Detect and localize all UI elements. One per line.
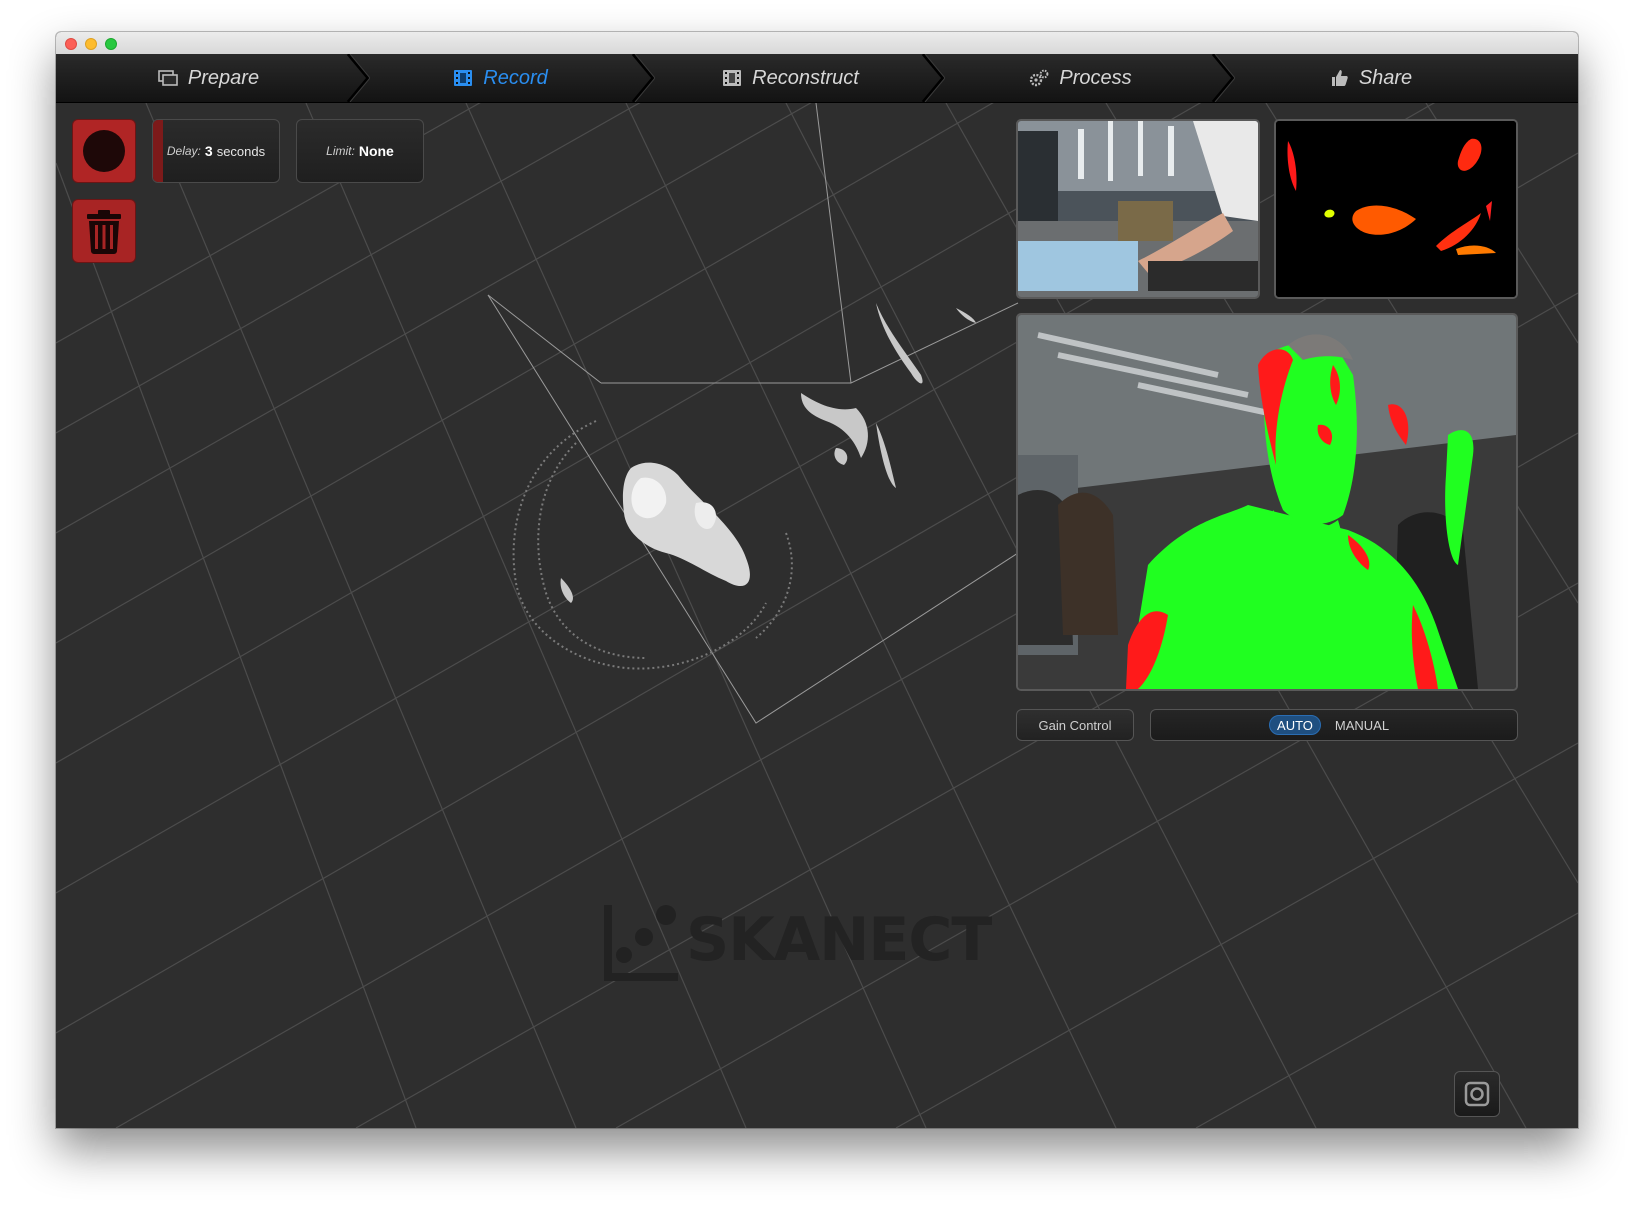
monitor-icon (158, 70, 178, 86)
tab-reconstruct[interactable]: Reconstruct (638, 54, 943, 102)
gain-manual-option[interactable]: MANUAL (1329, 715, 1395, 735)
delay-control[interactable]: Delay: 3 seconds (152, 119, 280, 183)
3d-viewport[interactable]: Delay: 3 seconds Limit: None Gain Contro… (56, 103, 1578, 1128)
tab-prepare-label: Prepare (187, 66, 260, 89)
limit-control[interactable]: Limit: None (296, 119, 424, 183)
delay-label: Delay: (166, 144, 201, 158)
film-icon (454, 70, 473, 86)
record-button[interactable] (72, 119, 136, 183)
tab-reconstruct-label: Reconstruct (752, 66, 859, 89)
skanect-logo-text: SKANECT (686, 905, 992, 975)
skanect-logo-mark (604, 905, 678, 981)
close-window-button[interactable] (65, 38, 77, 50)
limit-value: None (358, 143, 394, 159)
tab-prepare[interactable]: Prepare (56, 54, 361, 102)
limit-label: Limit: (326, 144, 355, 158)
gain-control-label: Gain Control (1038, 717, 1112, 733)
tab-process-label: Process (1059, 66, 1132, 89)
tab-share-label: Share (1358, 66, 1413, 89)
title-bar (56, 32, 1578, 55)
record-dot-icon (83, 130, 125, 172)
delete-recording-button[interactable] (72, 199, 136, 263)
zoom-window-button[interactable] (105, 38, 117, 50)
reset-view-button[interactable] (1454, 1071, 1500, 1117)
depth-overlay-feed (1016, 313, 1518, 691)
app-window: Prepare Record Reconstruct Process Share (56, 32, 1578, 1128)
gain-auto-option[interactable]: AUTO (1269, 715, 1321, 735)
minimize-window-button[interactable] (85, 38, 97, 50)
camera-view-icon (1464, 1081, 1490, 1107)
gain-control-button[interactable]: Gain Control (1016, 709, 1134, 741)
delay-unit: seconds (216, 143, 266, 159)
tab-record-label: Record (483, 66, 548, 89)
rgb-camera-feed (1016, 119, 1260, 299)
gain-mode-toggle: AUTO MANUAL (1150, 709, 1518, 741)
delay-value: 3 (204, 143, 213, 159)
gears-icon (1030, 69, 1049, 87)
tab-record[interactable]: Record (348, 54, 653, 102)
skanect-logo: SKANECT (604, 899, 992, 989)
tab-share[interactable]: Share (1218, 54, 1523, 102)
scanned-mesh (512, 303, 976, 670)
depth-camera-feed (1274, 119, 1518, 299)
trash-icon (87, 210, 121, 254)
tab-process[interactable]: Process (928, 54, 1233, 102)
workflow-tab-bar: Prepare Record Reconstruct Process Share (56, 54, 1578, 103)
thumbs-up-icon (1331, 70, 1348, 86)
film-strip-icon (723, 70, 742, 86)
